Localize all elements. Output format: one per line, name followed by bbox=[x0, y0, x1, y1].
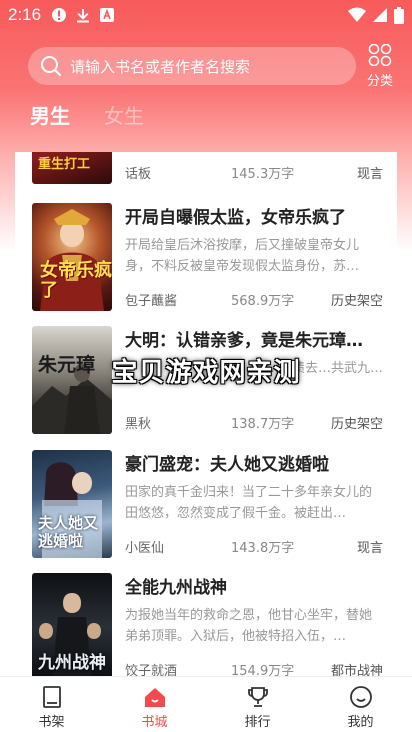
nav-ranking[interactable]: 排行 bbox=[206, 677, 309, 732]
nav-label: 排行 bbox=[244, 715, 271, 730]
book-list: 重生打工 话板 145.3万字 现言 女帝乐疯了 开局自曝假太监，女帝乐疯了 开… bbox=[15, 152, 397, 677]
book-word-count: 143.8万字 bbox=[231, 541, 295, 556]
book-author: 饺子就酒 bbox=[125, 664, 178, 677]
search-placeholder: 请输入书名或者作者名搜索 bbox=[70, 57, 251, 76]
book-meta: 饺子就酒 154.9万字 都市战神 bbox=[125, 660, 383, 677]
book-meta: 小医仙 143.8万字 现言 bbox=[125, 537, 383, 556]
book-meta: 包子蘸酱 568.9万字 历史架空 bbox=[125, 290, 383, 309]
battery-icon bbox=[394, 6, 404, 24]
bottom-nav: 书架 书城 排行 我的 bbox=[0, 676, 412, 732]
nav-bookshelf[interactable]: 书架 bbox=[0, 677, 103, 732]
profile-icon bbox=[349, 686, 372, 708]
book-author: 黑秋 bbox=[125, 417, 152, 432]
download-icon bbox=[77, 9, 90, 23]
book-item[interactable]: 夫人她又逃婚啦 豪门盛宠：夫人她又逃婚啦 田家的真千金归来！当了二十多年亲女儿的… bbox=[32, 450, 383, 560]
cover-title-art: 夫人她又逃婚啦 bbox=[38, 514, 99, 550]
book-cover[interactable]: 九州战神 bbox=[32, 573, 112, 677]
book-genre: 现言 bbox=[356, 167, 383, 182]
tab-female[interactable]: 女生 bbox=[104, 100, 144, 129]
book-genre: 历史架空 bbox=[330, 294, 383, 309]
book-title: 开局自曝假太监，女帝乐疯了 bbox=[125, 208, 346, 228]
watermark-text: 宝贝游戏网亲测 bbox=[111, 358, 301, 388]
cover-title-art: 重生打工 bbox=[38, 157, 91, 172]
book-description: 开局给皇后沐浴按摩，后又撞破皇帝女儿身，不料反被皇帝发现假太监身份，苏… bbox=[125, 238, 360, 274]
search-icon bbox=[41, 56, 62, 77]
book-cover[interactable]: 夫人她又逃婚啦 bbox=[32, 450, 112, 558]
cover-title-art: 女帝乐疯了 bbox=[40, 260, 112, 301]
category-label: 分类 bbox=[366, 74, 393, 89]
search-input[interactable]: 请输入书名或者作者名搜索 bbox=[28, 47, 356, 85]
book-description: 田家的真千金归来！当了二十多年亲女儿的田悠悠，忽然变成了假千金。被赶出… bbox=[125, 485, 373, 521]
book-meta: 黑秋 138.7万字 历史架空 bbox=[125, 413, 383, 432]
trophy-icon bbox=[247, 687, 268, 707]
tab-male[interactable]: 男生 bbox=[30, 100, 70, 129]
book-item[interactable]: 重生打工 话板 145.3万字 现言 bbox=[32, 152, 383, 186]
status-bar: 2:16 bbox=[0, 0, 412, 30]
book-title: 大明：认错亲爹，竟是朱元璋… bbox=[125, 331, 363, 351]
book-word-count: 568.9万字 bbox=[231, 294, 295, 309]
category-button[interactable]: 分类 bbox=[360, 43, 400, 89]
app-a-icon bbox=[100, 8, 115, 22]
book-word-count: 145.3万字 bbox=[231, 167, 295, 182]
signal-icon bbox=[373, 8, 387, 22]
cover-title-art: 九州战神 bbox=[38, 653, 106, 673]
nav-label: 书架 bbox=[38, 715, 65, 730]
book-title: 豪门盛宠：夫人她又逃婚啦 bbox=[125, 455, 329, 475]
book-word-count: 154.9万字 bbox=[231, 664, 295, 677]
book-author: 包子蘸酱 bbox=[125, 294, 178, 309]
bookshelf-icon bbox=[42, 686, 61, 708]
book-genre: 都市战神 bbox=[330, 664, 383, 677]
gender-tabs: 男生 女生 bbox=[30, 100, 144, 129]
book-description: 为报她当年的救命之恩，他甘心坐牢，替她弟弟顶罪。入狱后，他被特招入伍，… bbox=[125, 608, 373, 644]
nav-label: 我的 bbox=[347, 715, 374, 730]
book-meta: 话板 145.3万字 现言 bbox=[125, 163, 383, 182]
book-cover[interactable]: 重生打工 bbox=[32, 152, 112, 184]
book-cover[interactable]: 女帝乐疯了 bbox=[32, 203, 112, 311]
status-time: 2:16 bbox=[8, 5, 42, 24]
wifi-icon bbox=[348, 7, 366, 22]
nav-mine[interactable]: 我的 bbox=[309, 677, 412, 732]
bookstore-icon bbox=[144, 688, 165, 707]
nav-label: 书城 bbox=[141, 715, 168, 730]
status-right bbox=[348, 6, 404, 24]
alert-icon bbox=[52, 8, 67, 22]
book-item[interactable]: 女帝乐疯了 开局自曝假太监，女帝乐疯了 开局给皇后沐浴按摩，后又撞破皇帝女儿身，… bbox=[32, 203, 383, 313]
book-title: 全能九州战神 bbox=[125, 578, 227, 598]
book-genre: 历史架空 bbox=[330, 417, 383, 432]
nav-bookstore[interactable]: 书城 bbox=[103, 677, 206, 732]
category-icon bbox=[368, 43, 392, 67]
book-author: 话板 bbox=[125, 167, 152, 182]
book-item[interactable]: 九州战神 全能九州战神 为报她当年的救命之恩，他甘心坐牢，替她弟弟顶罪。入狱后，… bbox=[32, 573, 383, 677]
search-row: 请输入书名或者作者名搜索 分类 bbox=[28, 43, 400, 89]
book-word-count: 138.7万字 bbox=[231, 417, 295, 432]
book-genre: 现言 bbox=[356, 541, 383, 556]
book-author: 小医仙 bbox=[125, 541, 165, 556]
